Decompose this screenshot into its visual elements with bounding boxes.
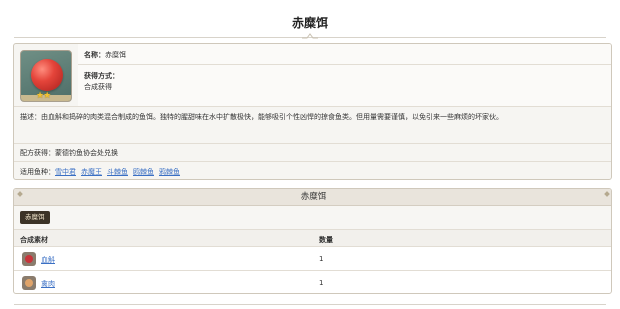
page-title: 赤糜饵 — [291, 16, 328, 30]
source-value: 合成获得 — [84, 83, 112, 91]
item-info-card: ★★ 名称：赤糜饵 获得方式： 合成获得 描述：由血斛和捣碎的肉类混合制成的鱼饵… — [13, 43, 612, 180]
material-qty: 1 — [319, 279, 324, 287]
applicable-fish-label: 适用鱼种： — [20, 168, 55, 176]
item-description: 描述：由血斛和捣碎的肉类混合制成的鱼饵。独特的腥甜味在水中扩散极快，能够吸引个性… — [20, 113, 503, 121]
material-link[interactable]: 禽肉 — [41, 279, 55, 289]
crafting-header-title: 赤糜饵 — [300, 192, 327, 202]
fish-link[interactable]: 鸦棘鱼 — [159, 168, 180, 176]
material-link[interactable]: 血斛 — [41, 255, 55, 265]
col-material-header: 合成素材 — [20, 236, 48, 244]
material-qty: 1 — [319, 255, 324, 263]
fish-link[interactable]: 鸥棘鱼 — [133, 168, 154, 176]
item-info-panel — [78, 44, 611, 106]
materials-table-header: 合成素材 数量 — [14, 230, 611, 247]
item-name-row: 名称：赤糜饵 — [84, 50, 126, 60]
applicable-fish-row: 适用鱼种：雪中君 赤魔王 斗棘鱼 鸥棘鱼 鸦棘鱼 — [20, 167, 185, 177]
fish-link[interactable]: 斗棘鱼 — [107, 168, 128, 176]
recipe-tab-row: 赤糜饵 — [14, 206, 611, 230]
fish-link[interactable]: 雪中君 — [55, 168, 76, 176]
item-name-value: 赤糜饵 — [105, 51, 126, 59]
fowl-meat-icon — [22, 276, 36, 290]
item-thumbnail: ★★ — [20, 50, 72, 102]
table-row: 血斛 1 — [14, 247, 611, 271]
bottom-divider — [14, 304, 606, 305]
crafting-card: 赤糜饵 赤糜饵 合成素材 数量 血斛 1 禽肉 1 — [13, 188, 612, 294]
title-ornament-icon — [302, 33, 318, 39]
recipe-source: 配方获得：蒙德钓鱼协会处兑换 — [20, 149, 118, 157]
recipe-tab[interactable]: 赤糜饵 — [20, 211, 50, 224]
source-label: 获得方式： — [84, 72, 119, 80]
crafting-header: 赤糜饵 — [14, 189, 611, 206]
table-row: 禽肉 1 — [14, 271, 611, 293]
red-bait-icon — [31, 59, 63, 91]
fish-link[interactable]: 赤魔王 — [81, 168, 102, 176]
blood-flower-icon — [22, 252, 36, 266]
col-qty-header: 数量 — [319, 236, 333, 244]
item-name-label: 名称： — [84, 51, 105, 59]
rarity-stars: ★★ — [36, 91, 51, 101]
